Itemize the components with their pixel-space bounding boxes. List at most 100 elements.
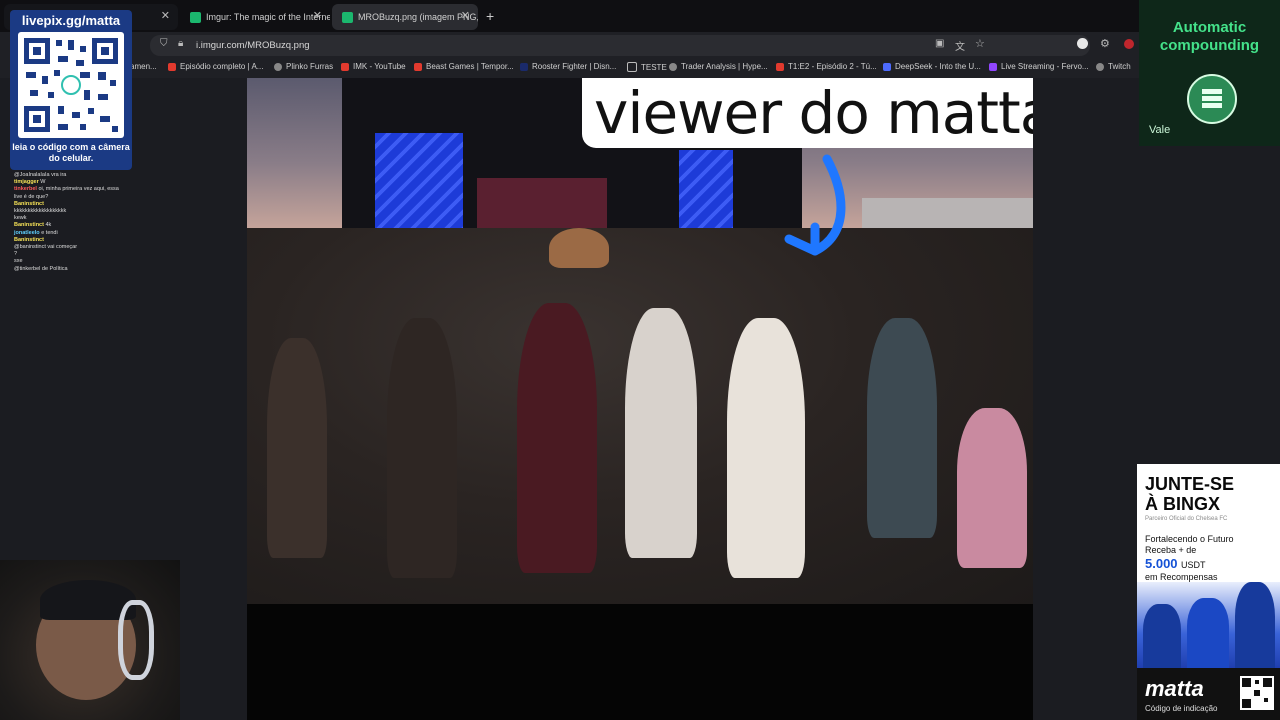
- bookmark-item[interactable]: Twitch: [1096, 62, 1131, 71]
- chat-message: Baninstinct 4k: [14, 222, 52, 229]
- players-image: [1137, 582, 1280, 668]
- shield-icon[interactable]: ⛉: [160, 38, 168, 49]
- chat-message: sxe: [14, 258, 23, 265]
- chat-message: kkkkkkkkkkkkkkkkkkk: [14, 208, 67, 215]
- tab-label: Imgur: The magic of the Interne: [206, 12, 330, 22]
- bookmark-label: Twitch: [1108, 62, 1131, 71]
- bookmarks-bar: amen... Episódio completo | A... Plinko …: [0, 58, 1140, 78]
- bookmark-label: Episódio completo | A...: [180, 62, 264, 71]
- ad-footer: matta Código de indicação: [1137, 668, 1280, 720]
- chat-message: @JoaInalaIaIa vra ira: [14, 172, 67, 178]
- person: [957, 408, 1027, 568]
- globe-icon: [669, 62, 677, 71]
- bookmark-item[interactable]: Episódio completo | A...: [168, 62, 263, 71]
- promo-title: Automatic compounding: [1159, 19, 1260, 54]
- ad-headline: JUNTE-SE À BINGX: [1145, 474, 1235, 514]
- arrow-annotation: [784, 154, 846, 256]
- youtube-icon: [341, 62, 349, 71]
- tab-bar: ✕ Imgur: The magic of the Interne ✕ MROB…: [0, 0, 1140, 32]
- tab-imgur[interactable]: Imgur: The magic of the Interne ✕: [180, 4, 330, 30]
- bookmark-label: Plinko Furras: [286, 62, 334, 71]
- ad-rewards: em Recompensas: [1145, 572, 1218, 582]
- headset: [118, 600, 154, 680]
- account-icon[interactable]: [1077, 38, 1088, 49]
- extension-badge-icon[interactable]: [1124, 39, 1134, 49]
- qr-caption: leia o código com a câmera do celular.: [12, 142, 130, 163]
- lock-icon[interactable]: 🔒︎: [178, 38, 183, 49]
- caption-text: viewer do matta: [594, 79, 1033, 147]
- deepseek-icon: [883, 62, 891, 71]
- person: [867, 318, 937, 538]
- bookmark-label: Rooster Fighter | Disn...: [532, 62, 617, 71]
- bookmark-label: TESTE: [641, 62, 667, 72]
- bookmark-item[interactable]: amen...: [130, 62, 157, 71]
- bookmark-item[interactable]: T1:E2 - Episódio 2 - Tú...: [776, 62, 877, 71]
- person: [387, 318, 457, 578]
- chat-message: Baninstinct: [14, 200, 44, 207]
- twitch-icon: [989, 62, 997, 71]
- chat-message: kewk: [14, 215, 27, 222]
- cowboy-hat: [549, 228, 609, 268]
- bookmark-star-icon[interactable]: ☆: [975, 37, 985, 50]
- url-text: i.imgur.com/MROBuzq.png: [196, 40, 310, 51]
- chat-message: Baninstinct: [14, 236, 44, 243]
- concert-photo: viewer do matta: [247, 78, 1033, 604]
- close-tab-icon[interactable]: ✕: [313, 9, 322, 22]
- bookmark-label: DeepSeek - Into the U...: [895, 62, 981, 71]
- vale-brand: Vale: [1149, 124, 1171, 136]
- matta-brand: matta: [1145, 676, 1204, 701]
- person: [727, 318, 805, 578]
- image-icon[interactable]: ▣: [935, 38, 944, 49]
- translate-icon[interactable]: 文: [955, 38, 965, 53]
- bookmark-item[interactable]: Trader Analysis | Hype...: [669, 62, 768, 71]
- bookmark-item[interactable]: Live Streaming - Fervo...: [989, 62, 1089, 71]
- close-tab-icon[interactable]: ✕: [461, 9, 470, 22]
- caption-box: viewer do matta: [582, 78, 1033, 148]
- bookmark-item[interactable]: Beast Games | Tempor...: [414, 62, 514, 71]
- player: [1187, 598, 1229, 668]
- url-bar[interactable]: ⛉ 🔒︎ i.imgur.com/MROBuzq.png ▣ 文 ☆: [150, 35, 1090, 56]
- chat-message: jonatleelo e tendi: [14, 229, 58, 236]
- bookmark-item[interactable]: Plinko Furras: [274, 62, 333, 71]
- player: [1143, 604, 1181, 668]
- youtube-icon: [776, 62, 784, 71]
- bookmark-item[interactable]: IMK - YouTube: [341, 62, 406, 71]
- chat-message: @baninstinct vai começar: [14, 244, 78, 251]
- tab-image-png[interactable]: MROBuzq.png (imagem PNG, 1 ✕: [332, 4, 478, 30]
- globe-icon: [1096, 62, 1104, 71]
- ad-subtitle: Parceiro Oficial do Chelsea FC: [1145, 516, 1228, 522]
- new-tab-icon[interactable]: +: [486, 8, 494, 24]
- person: [517, 303, 597, 573]
- ad-text: Fortalecendo o Futuro Receba + de: [1145, 534, 1234, 555]
- ad-unit: USDT: [1181, 560, 1206, 570]
- bingx-ad: JUNTE-SE À BINGX Parceiro Oficial do Chel…: [1137, 464, 1280, 720]
- close-tab-icon[interactable]: ✕: [161, 9, 170, 22]
- globe-icon: [274, 62, 282, 71]
- chat-message: tinkerbel oi, minha primeira vez aqui, e…: [14, 186, 119, 200]
- imgur-icon: [342, 11, 353, 23]
- image-viewer[interactable]: viewer do matta: [247, 78, 1033, 720]
- disney-icon: [520, 62, 528, 71]
- bookmark-folder[interactable]: TESTE: [627, 62, 667, 72]
- qr-code: [18, 32, 124, 138]
- youtube-icon: [168, 62, 176, 71]
- qr-code: [1240, 676, 1274, 710]
- chat-message: ?: [14, 251, 18, 258]
- bookmark-label: IMK - YouTube: [353, 62, 406, 71]
- bookmark-label: amen...: [130, 62, 157, 71]
- nav-toolbar: ⛉ 🔒︎ i.imgur.com/MROBuzq.png ▣ 文 ☆ ⚙: [0, 32, 1140, 58]
- extensions-icon[interactable]: ⚙: [1100, 37, 1110, 50]
- folder-icon: [627, 62, 637, 72]
- vale-promo-panel: Automatic compounding Vale: [1139, 0, 1280, 146]
- person: [625, 308, 697, 558]
- person: [267, 338, 327, 558]
- youtube-icon: [414, 62, 422, 71]
- bookmark-label: T1:E2 - Episódio 2 - Tú...: [788, 62, 877, 71]
- bookmark-item[interactable]: DeepSeek - Into the U...: [883, 62, 981, 71]
- bookmark-label: Beast Games | Tempor...: [426, 62, 514, 71]
- referral-code-label: Código de indicação: [1145, 704, 1218, 713]
- imgur-icon: [190, 11, 201, 23]
- bookmark-item[interactable]: Rooster Fighter | Disn...: [520, 62, 616, 71]
- chat-message: @tinkerbel de Política: [14, 265, 68, 272]
- bookmark-label: Trader Analysis | Hype...: [681, 62, 768, 71]
